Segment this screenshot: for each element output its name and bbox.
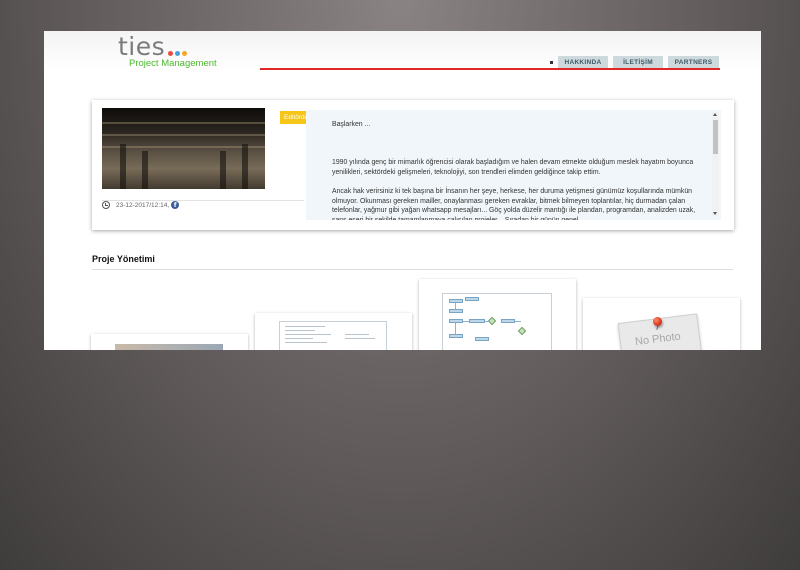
logo-dot-red [168, 51, 173, 56]
featured-post: 23-12-2017/12:14, f Editörden Başlarken … [92, 100, 734, 230]
logo-dots-icon [168, 51, 187, 56]
scrollbar-thumb[interactable] [713, 120, 718, 154]
logo-dot-orange [182, 51, 187, 56]
logo-wordmark: ties [118, 32, 166, 61]
browser-viewport: ties Project Management HAKKINDA İLETİŞİ… [44, 31, 761, 350]
nav-bullet [550, 61, 553, 64]
article-paragraph-2: Ancak hak verirsiniz ki tek başına bir İ… [332, 188, 696, 220]
featured-date: 23-12-2017/12:14, [116, 201, 170, 209]
featured-photo[interactable] [102, 108, 265, 189]
push-pin-icon [653, 317, 662, 326]
article-body: Başlarken ... 1990 yılında genç bir mima… [332, 120, 702, 220]
nav-accent-line [260, 68, 720, 70]
section-heading: Proje Yönetimi [92, 254, 155, 264]
no-photo-text: No Photo [634, 330, 682, 349]
article-scrollbar[interactable] [712, 112, 719, 216]
scroll-down-arrow-icon[interactable] [713, 212, 717, 215]
site-header: ties Project Management HAKKINDA İLETİŞİ… [44, 31, 761, 73]
clock-icon [102, 201, 110, 209]
scroll-up-arrow-icon[interactable] [713, 113, 717, 116]
project-card[interactable] [91, 334, 248, 350]
featured-meta: 23-12-2017/12:14, f [102, 201, 180, 209]
article-heading: Başlarken ... [332, 121, 371, 128]
project-card[interactable] [255, 313, 412, 350]
logo-tagline: Project Management [129, 58, 217, 69]
logo-dot-blue [175, 51, 180, 56]
article-scroll-box[interactable]: Başlarken ... 1990 yılında genç bir mima… [306, 110, 721, 220]
facebook-share-icon[interactable]: f [171, 201, 180, 209]
article-paragraph-1: 1990 yılında genç bir mimarlık öğrencisi… [332, 159, 694, 176]
project-card[interactable] [419, 279, 576, 350]
project-card[interactable]: No Photo [583, 298, 740, 350]
card-photo-thumbnail [115, 344, 223, 350]
section-divider [92, 269, 733, 270]
site-logo[interactable]: ties Project Management [118, 32, 217, 70]
